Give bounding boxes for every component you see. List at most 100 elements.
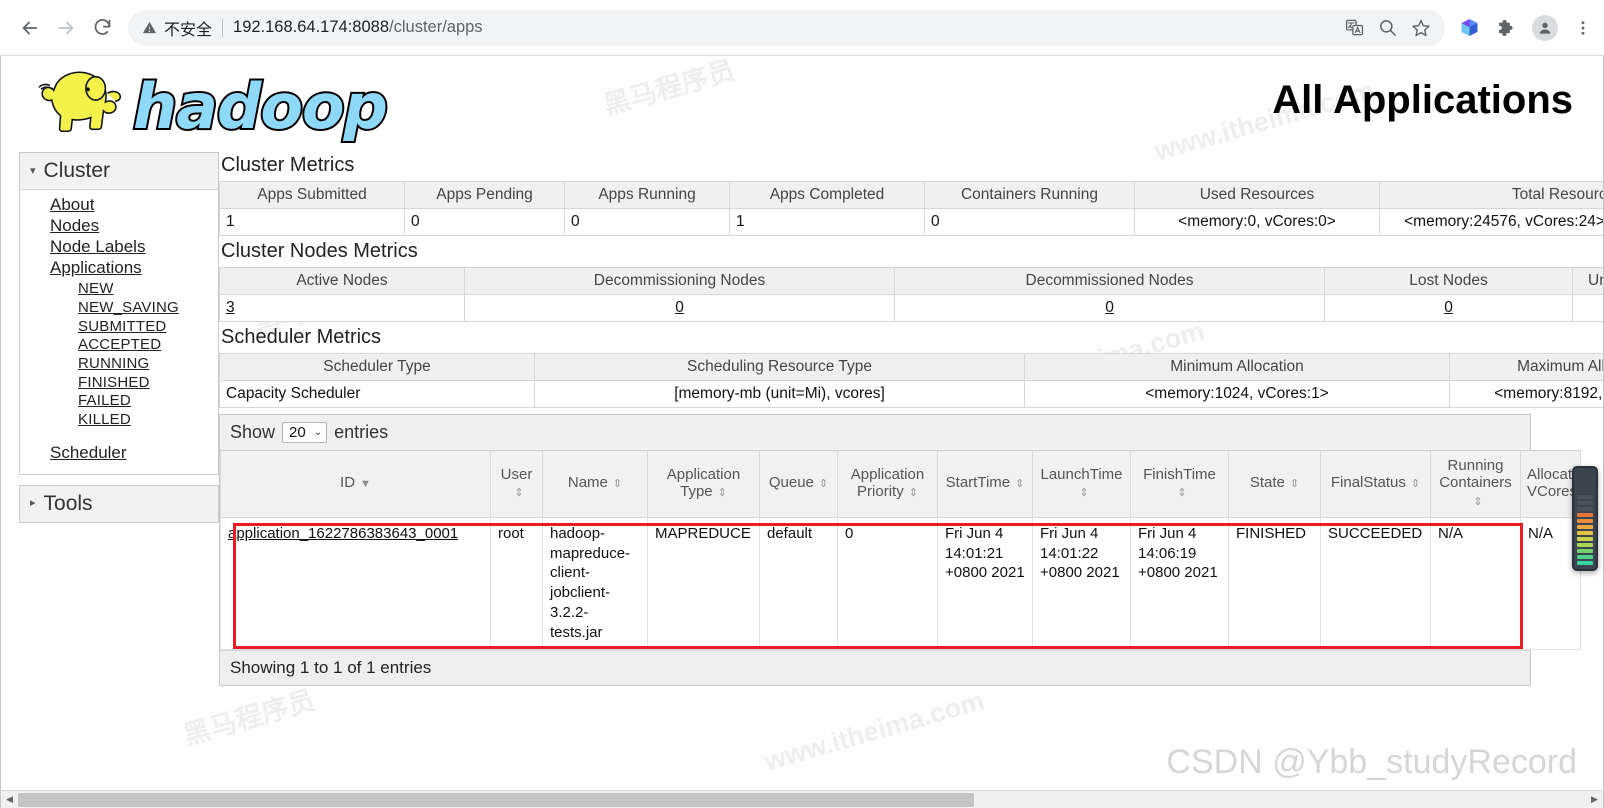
sidebar-item-state-new-saving[interactable]: NEW_SAVING <box>78 299 179 317</box>
show-entries-control: Show 20 ⌄ entries <box>220 415 1530 450</box>
hadoop-logo[interactable]: hadoop <box>23 64 390 143</box>
meter-segment <box>1577 543 1593 547</box>
cluster-nodes-metrics-title: Cluster Nodes Metrics <box>221 240 418 262</box>
table-row[interactable]: application_1622786383643_0001 root hado… <box>220 516 1581 650</box>
chevron-right-icon[interactable]: ▸ <box>30 498 36 509</box>
val-decommissioned-nodes[interactable]: 0 <box>894 294 1325 322</box>
val-apps-submitted: 1 <box>219 208 405 236</box>
col-running-containers[interactable]: Running Containers⇕ <box>1430 450 1521 518</box>
val-active-nodes[interactable]: 3 <box>219 294 465 322</box>
val-unhealthy-nodes[interactable]: 0 <box>1572 294 1603 322</box>
chevron-down-icon[interactable]: ▾ <box>30 165 36 177</box>
val-maximum-allocation: <memory:8192, vCores:4> <box>1449 380 1603 408</box>
col-scheduling-resource-type: Scheduling Resource Type <box>534 353 1025 381</box>
sidebar-item-state-failed[interactable]: FAILED <box>78 392 131 410</box>
sidebar-item-state-new[interactable]: NEW <box>78 280 114 298</box>
sidebar-item-state-running[interactable]: RUNNING <box>78 355 149 373</box>
col-application-priority[interactable]: Application Priority ⇕ <box>837 450 938 518</box>
box-3d-icon[interactable] <box>1459 17 1480 38</box>
val-lost-nodes[interactable]: 0 <box>1324 294 1573 322</box>
table-row: Capacity Scheduler [memory-mb (unit=Mi),… <box>219 380 1603 408</box>
page-size-select[interactable]: 20 ⌄ <box>282 422 328 443</box>
applications-datatable: Show 20 ⌄ entries ID ▼ User⇕ Name ⇕ Appl… <box>219 414 1589 686</box>
table-header-row: Apps Submitted Apps Pending Apps Running… <box>219 181 1603 209</box>
col-apps-pending: Apps Pending <box>404 181 565 209</box>
hadoop-wordmark: hadoop <box>131 70 390 143</box>
col-decommissioning-nodes: Decommissioning Nodes <box>464 267 895 295</box>
meter-segment <box>1577 519 1593 523</box>
col-queue[interactable]: Queue ⇕ <box>759 450 838 518</box>
sidebar-item-applications[interactable]: Applications <box>50 258 142 278</box>
meter-segment <box>1577 549 1593 553</box>
application-id-link[interactable]: application_1622786383643_0001 <box>228 525 458 542</box>
cell-name: hadoop-mapreduce-client-jobclient-3.2.2-… <box>542 516 648 650</box>
sidebar-item-state-accepted[interactable]: ACCEPTED <box>78 336 161 354</box>
meter-segment <box>1577 537 1593 541</box>
meter-segment <box>1577 513 1593 517</box>
back-button[interactable] <box>12 10 48 46</box>
sidebar-item-state-killed[interactable]: KILLED <box>78 411 131 429</box>
sidebar-item-state-submitted[interactable]: SUBMITTED <box>78 318 166 336</box>
col-unhealthy-nodes: Unhealthy Nodes <box>1572 267 1603 295</box>
cell-state: FINISHED <box>1228 516 1321 650</box>
address-bar[interactable]: 不安全 192.168.64.174:8088/cluster/apps <box>128 9 1445 46</box>
cell-id[interactable]: application_1622786383643_0001 <box>220 516 491 650</box>
table-footer-status: Showing 1 to 1 of 1 entries <box>220 649 1530 685</box>
zoom-out-icon[interactable] <box>1378 18 1397 37</box>
sidebar-tools-header[interactable]: ▸ Tools <box>20 485 218 522</box>
cell-application-priority: 0 <box>837 516 938 650</box>
sidebar-item-about[interactable]: About <box>50 195 94 215</box>
col-scheduler-type: Scheduler Type <box>219 353 535 381</box>
overflow-menu-icon[interactable] <box>1574 19 1592 37</box>
reload-button[interactable] <box>84 10 120 46</box>
col-decommissioned-nodes: Decommissioned Nodes <box>894 267 1325 295</box>
horizontal-scrollbar[interactable]: ◀ ▶ <box>1 790 1603 808</box>
url-text: 192.168.64.174:8088/cluster/apps <box>233 18 483 37</box>
table-header-row: Active Nodes Decommissioning Nodes Decom… <box>219 267 1603 295</box>
col-application-type[interactable]: Application Type ⇕ <box>647 450 760 518</box>
col-id[interactable]: ID ▼ <box>220 450 491 518</box>
col-minimum-allocation: Minimum Allocation <box>1024 353 1450 381</box>
page-title: All Applications <box>1272 78 1573 122</box>
scroll-left-arrow-icon[interactable]: ◀ <box>1 791 18 808</box>
scrollbar-track[interactable] <box>18 791 1586 808</box>
col-total-resources: Total Resources <box>1379 181 1603 209</box>
col-final-status[interactable]: FinalStatus ⇕ <box>1320 450 1431 518</box>
col-name[interactable]: Name ⇕ <box>542 450 648 518</box>
table-row: 1 0 0 1 0 <memory:0, vCores:0> <memory:2… <box>219 208 1603 236</box>
sidebar-item-node-labels[interactable]: Node Labels <box>50 237 145 257</box>
profile-avatar-icon[interactable] <box>1532 14 1558 41</box>
sort-icon: ⇕ <box>818 478 829 491</box>
col-user[interactable]: User⇕ <box>490 450 543 518</box>
val-decommissioning-nodes[interactable]: 0 <box>464 294 895 322</box>
col-containers-running: Containers Running <box>924 181 1135 209</box>
sidebar-cluster-label: Cluster <box>43 159 111 182</box>
url-path: /cluster/apps <box>389 18 483 36</box>
col-finish-time[interactable]: FinishTime⇕ <box>1130 450 1229 518</box>
level-meter-overlay[interactable] <box>1572 466 1598 571</box>
forward-button[interactable] <box>48 10 84 46</box>
sidebar-item-scheduler[interactable]: Scheduler <box>50 443 127 463</box>
cell-final-status: SUCCEEDED <box>1320 516 1431 650</box>
col-state[interactable]: State ⇕ <box>1228 450 1321 518</box>
sidebar-cluster-header[interactable]: ▾ Cluster <box>20 153 218 190</box>
cell-queue: default <box>759 516 838 650</box>
bookmark-star-icon[interactable] <box>1411 18 1431 38</box>
meter-segment <box>1577 531 1593 535</box>
val-apps-running: 0 <box>564 208 730 236</box>
applications-table: ID ▼ User⇕ Name ⇕ Application Type ⇕ Queue ⇕… <box>220 450 1589 650</box>
cell-finish-time: Fri Jun 4 14:06:19 +0800 2021 <box>1130 516 1229 650</box>
extensions-puzzle-icon[interactable] <box>1496 18 1516 38</box>
cluster-nodes-metrics-table: Active Nodes Decommissioning Nodes Decom… <box>219 267 1603 322</box>
scroll-right-arrow-icon[interactable]: ▶ <box>1586 791 1603 808</box>
sidebar-item-nodes[interactable]: Nodes <box>50 216 99 236</box>
sort-icon: ⇕ <box>1015 478 1025 491</box>
chevron-down-icon: ⌄ <box>313 427 323 438</box>
col-launch-time[interactable]: LaunchTime⇕ <box>1032 450 1131 518</box>
col-start-time[interactable]: StartTime ⇕ <box>937 450 1033 518</box>
translate-icon[interactable] <box>1345 18 1364 37</box>
sidebar-item-state-finished[interactable]: FINISHED <box>78 374 150 392</box>
meter-segment <box>1577 561 1593 565</box>
scrollbar-thumb[interactable] <box>18 792 975 807</box>
page-size-value: 20 <box>289 424 306 441</box>
